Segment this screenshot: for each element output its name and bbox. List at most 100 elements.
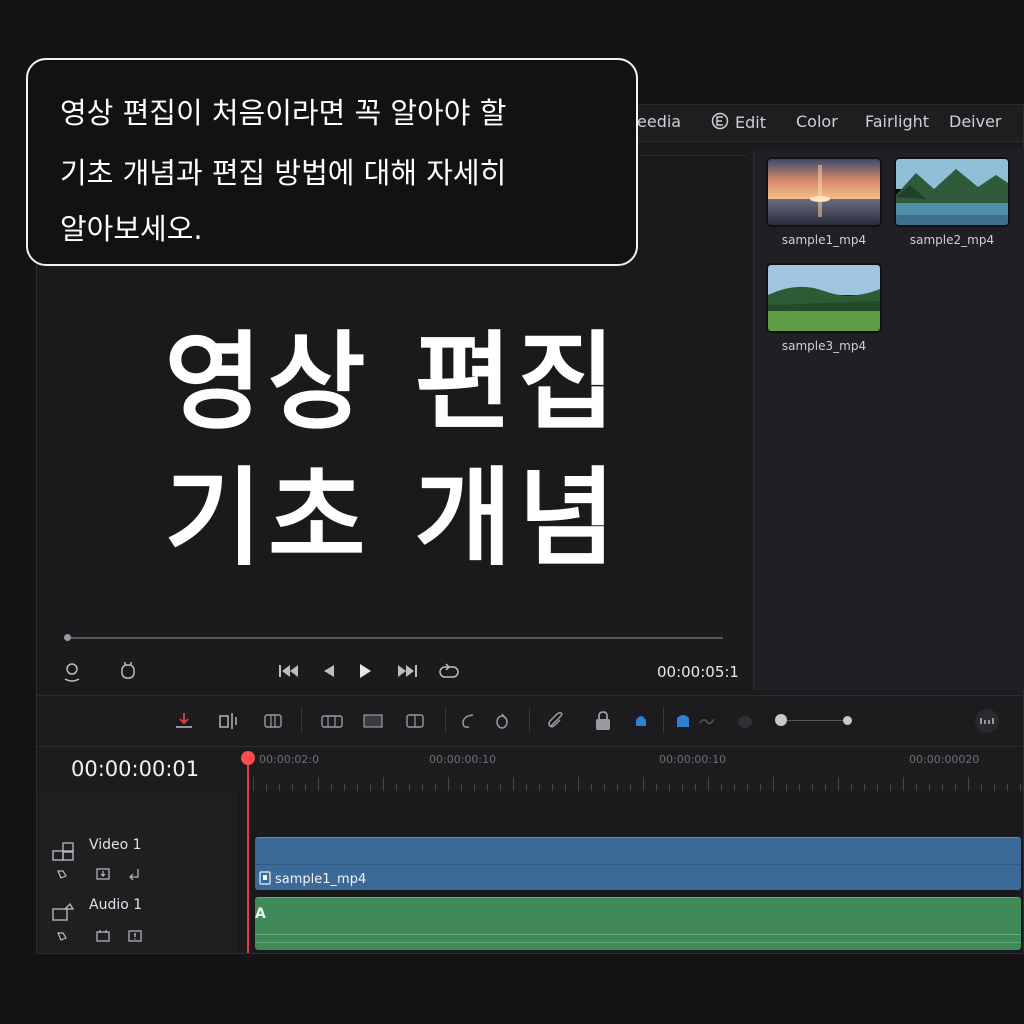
ruler-tick — [409, 784, 410, 791]
track-lock-icon[interactable] — [55, 929, 69, 943]
play-icon[interactable] — [355, 659, 375, 683]
blade-icon[interactable] — [491, 710, 513, 732]
media-item-label: sample2_mp4 — [909, 233, 995, 247]
media-item[interactable]: sample1_mp4 — [766, 157, 882, 247]
track-lock-icon[interactable] — [55, 867, 69, 881]
ruler-tick — [370, 784, 371, 791]
media-item[interactable]: sample3_mp4 — [766, 263, 882, 353]
audio-waveform-baseline — [255, 942, 1021, 943]
ruler-tick — [643, 777, 644, 791]
zoom-out-knob[interactable] — [775, 714, 787, 726]
scrubber-handle[interactable] — [64, 634, 71, 641]
thumbnail-lake — [894, 157, 1010, 227]
edit-toolbar — [37, 695, 1023, 747]
ruler-tick — [565, 784, 566, 791]
ripple-overwrite-icon[interactable] — [403, 710, 429, 732]
snapping-icon[interactable] — [631, 710, 651, 732]
marker-icon[interactable] — [697, 710, 717, 732]
auto-select-icon[interactable] — [95, 929, 111, 943]
thumbnail-meadow — [766, 263, 882, 333]
ruler-tick — [747, 784, 748, 791]
flag-icon[interactable] — [673, 710, 693, 732]
audio-track-area: A — [239, 893, 1023, 954]
ruler-tick — [344, 784, 345, 791]
ruler-label: 00:00:00:10 — [659, 753, 727, 766]
tab-fairlight[interactable]: Fairlight — [865, 112, 929, 131]
video-track-name: Video 1 — [89, 837, 142, 853]
ruler-tick — [604, 784, 605, 791]
ruler-tick — [422, 784, 423, 791]
audio-levels-icon[interactable] — [971, 708, 1003, 734]
callout-line-1: 영상 편집이 처음이라면 꼭 알아야 할 — [60, 96, 507, 130]
video-track-header: Video 1 — [37, 833, 237, 894]
go-to-end-icon[interactable] — [395, 659, 421, 683]
audio-clip[interactable]: A — [255, 897, 1021, 950]
ruler-tick — [955, 784, 956, 791]
media-pool: sample1_mp4 sample2_mp4 sample3_mp4 — [753, 149, 1024, 691]
ruler-tick — [526, 784, 527, 791]
zoom-in-knob[interactable] — [843, 716, 852, 725]
ruler-label: 00:00:00:10 — [429, 753, 497, 766]
ruler-tick — [682, 784, 683, 791]
ruler-tick — [461, 784, 462, 791]
ruler-tick — [513, 777, 514, 791]
match-frame-icon[interactable] — [117, 659, 139, 683]
ruler-tick — [305, 784, 306, 791]
ruler-tick — [383, 777, 384, 791]
clip-icon — [259, 871, 271, 885]
solo-track-icon[interactable] — [127, 929, 143, 943]
timeline-ruler[interactable]: 00:00:02:0 00:00:00:10 00:00:00:10 00:00… — [239, 747, 1023, 792]
media-item-label: sample1_mp4 — [781, 233, 867, 247]
ruler-tick — [838, 777, 839, 791]
video-clip[interactable]: sample1_mp4 — [255, 837, 1021, 890]
ruler-tick — [981, 784, 982, 791]
tab-deliver[interactable]: Deiver — [949, 112, 1002, 131]
track-spacer-area — [239, 791, 1023, 834]
play-reverse-icon[interactable] — [319, 659, 339, 683]
place-on-top-icon[interactable] — [319, 710, 345, 732]
replace-clip-icon[interactable] — [261, 710, 287, 732]
ruler-tick — [656, 784, 657, 791]
ruler-tick — [734, 784, 735, 791]
tab-edit[interactable]: Edit — [711, 112, 766, 132]
ruler-tick — [591, 784, 592, 791]
ruler-tick — [721, 784, 722, 791]
ruler-tick — [864, 784, 865, 791]
playhead[interactable] — [247, 755, 249, 953]
toolbar-divider — [301, 708, 302, 732]
ruler-tick — [617, 784, 618, 791]
playhead-handle[interactable] — [241, 751, 255, 765]
tab-color[interactable]: Color — [796, 112, 838, 131]
ruler-tick — [630, 784, 631, 791]
viewer-scrubber[interactable] — [64, 634, 723, 641]
ruler-tick — [396, 784, 397, 791]
zoom-slider-track[interactable] — [783, 720, 849, 721]
media-item[interactable]: sample2_mp4 — [894, 157, 1010, 247]
overwrite-clip-icon[interactable] — [217, 710, 241, 732]
viewer-timecode: 00:00:05:1 — [657, 663, 739, 681]
callout-line-3: 알아보세오. — [60, 212, 203, 246]
lock-icon[interactable] — [593, 710, 613, 732]
ruler-tick — [292, 784, 293, 791]
link-icon[interactable] — [545, 710, 567, 732]
dynamic-trim-icon[interactable] — [457, 710, 479, 732]
tab-media[interactable]: eedia — [637, 112, 681, 131]
edit-page-icon — [711, 112, 729, 130]
ruler-tick — [799, 784, 800, 791]
ruler-tick — [812, 784, 813, 791]
volume-icon[interactable] — [735, 710, 755, 732]
audio-meter-icon[interactable] — [61, 659, 83, 683]
ruler-tick — [552, 784, 553, 791]
insert-clip-icon[interactable] — [173, 710, 195, 732]
go-to-start-icon[interactable] — [277, 659, 301, 683]
auto-select-icon[interactable] — [95, 867, 111, 881]
ruler-tick — [890, 784, 891, 791]
media-item-label: sample3_mp4 — [781, 339, 867, 353]
disable-track-icon[interactable] — [127, 867, 143, 881]
loop-icon[interactable] — [437, 659, 461, 683]
thumbnail-sunset — [766, 157, 882, 227]
ruler-tick — [318, 777, 319, 791]
ruler-tick — [669, 784, 670, 791]
fit-to-fill-icon[interactable] — [361, 710, 385, 732]
ruler-tick — [786, 784, 787, 791]
